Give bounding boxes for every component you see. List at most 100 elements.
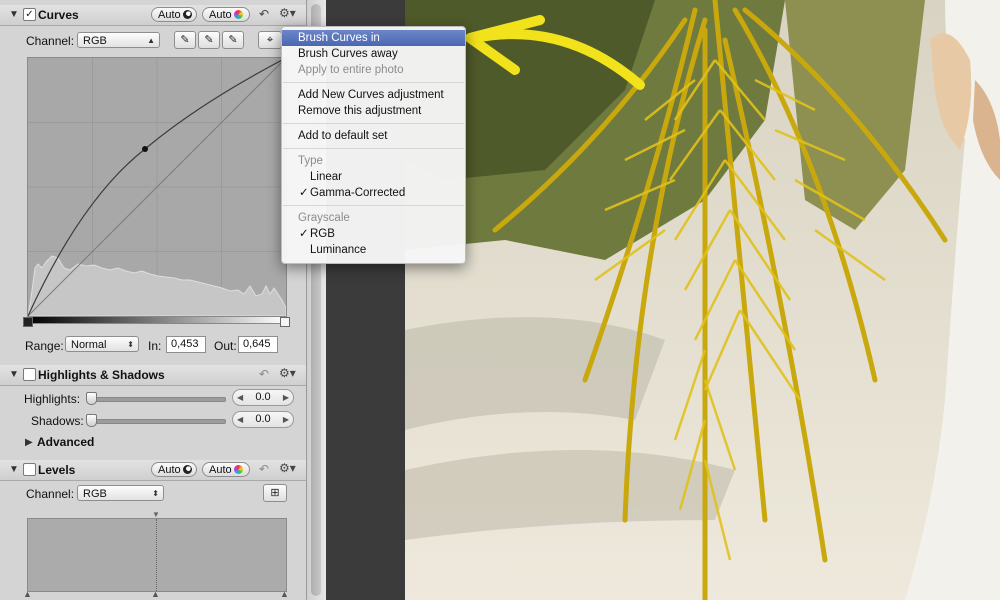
increment-icon[interactable]: ▶: [283, 390, 289, 405]
chevron-updown-icon: ▲: [147, 36, 155, 45]
menu-separator: [283, 205, 464, 206]
menu-item-linear[interactable]: Linear: [282, 169, 465, 185]
out-label: Out:: [214, 339, 237, 353]
increment-icon[interactable]: ▶: [283, 412, 289, 427]
curves-gear-menu: Brush Curves in Brush Curves away Apply …: [281, 26, 466, 264]
chevron-updown-icon: ⬍: [127, 340, 134, 349]
levels-channel-value: RGB: [83, 488, 107, 500]
menu-item-brush-curves-away[interactable]: Brush Curves away: [282, 46, 465, 62]
auto-label: Auto: [158, 464, 181, 476]
photo-viewer[interactable]: [405, 0, 1000, 600]
collapse-triangle-icon[interactable]: ▼: [9, 464, 19, 475]
black-point-eyedropper-button[interactable]: ✎: [174, 31, 196, 49]
levels-icon: ⊞: [270, 487, 280, 499]
in-label: In:: [148, 339, 162, 353]
range-popup[interactable]: Normal ⬍: [65, 336, 139, 352]
auto-color-levels-button[interactable]: Auto: [202, 462, 250, 477]
levels-title: Levels: [38, 463, 76, 477]
gear-icon[interactable]: ⚙▾: [279, 461, 296, 475]
shadows-label: Shadows:: [31, 414, 84, 428]
decrement-icon[interactable]: ◀: [237, 390, 243, 405]
eyedropper-icon: ✎: [204, 34, 214, 46]
crosshair-icon: ⌖: [266, 34, 274, 46]
reset-icon[interactable]: ↶: [259, 462, 269, 476]
add-point-button[interactable]: ⌖: [258, 31, 282, 49]
auto-color-button[interactable]: Auto: [202, 7, 250, 22]
levels-white-handle[interactable]: ▲: [280, 589, 289, 599]
auto-curves-button[interactable]: Auto: [151, 7, 197, 22]
menu-header-type: Type: [298, 155, 323, 167]
luminance-icon: [182, 465, 192, 474]
gamma-corrected-label: Gamma-Corrected: [310, 187, 406, 199]
auto-label: Auto: [209, 464, 232, 476]
checkmark-icon: ✓: [299, 228, 309, 240]
menu-item-add-new-curves[interactable]: Add New Curves adjustment: [282, 87, 465, 103]
reset-icon[interactable]: ↶: [259, 367, 269, 381]
curves-header: ▼ ✓ Curves Auto Auto ↶ ⚙▾: [0, 5, 306, 26]
white-point-handle[interactable]: [280, 317, 290, 327]
decrement-icon[interactable]: ◀: [237, 412, 243, 427]
auto-levels-button[interactable]: Auto: [151, 462, 197, 477]
shadows-slider-knob[interactable]: [86, 414, 97, 427]
curve-control-point: [142, 146, 148, 152]
levels-graph[interactable]: [27, 518, 287, 592]
menu-item-gamma-corrected[interactable]: ✓ Gamma-Corrected: [282, 185, 465, 201]
advanced-label[interactable]: Advanced: [37, 435, 94, 449]
menu-item-apply-to-entire-photo: Apply to entire photo: [298, 64, 404, 76]
highlights-slider-track[interactable]: [88, 397, 226, 402]
highlights-label: Highlights:: [24, 392, 81, 406]
disclosure-triangle-icon[interactable]: ▶: [25, 437, 33, 448]
curves-graph-svg: [27, 57, 287, 317]
out-value-field[interactable]: 0,645: [238, 336, 278, 353]
menu-separator: [283, 123, 464, 124]
levels-enable-checkbox[interactable]: [23, 463, 36, 476]
gray-point-eyedropper-button[interactable]: ✎: [198, 31, 220, 49]
eyedropper-icon: ✎: [180, 34, 190, 46]
gear-icon[interactable]: ⚙▾: [279, 366, 296, 380]
in-value-field[interactable]: 0,453: [166, 336, 206, 353]
menu-item-remove-adjustment[interactable]: Remove this adjustment: [282, 103, 465, 119]
reset-icon[interactable]: ↶: [259, 7, 269, 21]
rgb-label: RGB: [310, 228, 335, 240]
highlights-stepper[interactable]: ◀ 0.0 ▶: [232, 389, 294, 406]
checkmark-icon: ✓: [299, 187, 309, 199]
highlights-slider-knob[interactable]: [86, 392, 97, 405]
menu-item-add-to-default-set[interactable]: Add to default set: [282, 128, 465, 144]
levels-black-handle[interactable]: ▲: [23, 589, 32, 599]
menu-header-grayscale: Grayscale: [298, 212, 350, 224]
white-point-eyedropper-button[interactable]: ✎: [222, 31, 244, 49]
menu-item-rgb[interactable]: ✓ RGB: [282, 226, 465, 242]
range-label: Range:: [25, 339, 64, 353]
auto-label: Auto: [158, 9, 181, 21]
channel-popup[interactable]: RGB ▲: [77, 32, 160, 48]
collapse-triangle-icon[interactable]: ▼: [9, 369, 19, 380]
highlights-shadows-enable-checkbox[interactable]: [23, 368, 36, 381]
auto-label: Auto: [209, 9, 232, 21]
curves-graph[interactable]: [27, 57, 287, 317]
gear-icon[interactable]: ⚙▾: [279, 6, 296, 20]
curves-title: Curves: [38, 8, 79, 22]
shadows-stepper[interactable]: ◀ 0.0 ▶: [232, 411, 294, 428]
highlights-shadows-header: ▼ Highlights & Shadows ↶ ⚙▾: [0, 365, 306, 386]
levels-quarter-tones-button[interactable]: ⊞: [263, 484, 287, 502]
levels-channel-popup[interactable]: RGB ⬍: [77, 485, 164, 501]
levels-channel-label: Channel:: [26, 487, 75, 501]
luminance-icon: [182, 10, 192, 19]
chevron-updown-icon: ⬍: [152, 489, 159, 498]
shadows-value: 0.0: [255, 413, 271, 425]
menu-separator: [283, 82, 464, 83]
levels-gray-handle[interactable]: ▲: [151, 589, 160, 599]
menu-item-luminance[interactable]: Luminance: [282, 242, 465, 258]
menu-separator: [283, 148, 464, 149]
curves-enable-checkbox[interactable]: ✓: [23, 8, 36, 21]
highlights-shadows-title: Highlights & Shadows: [38, 368, 165, 382]
eyedropper-icon: ✎: [228, 34, 238, 46]
shadows-slider-track[interactable]: [88, 419, 226, 424]
collapse-triangle-icon[interactable]: ▼: [9, 9, 19, 20]
levels-header: ▼ Levels Auto Auto ↶ ⚙▾: [0, 460, 306, 481]
highlights-value: 0.0: [255, 391, 271, 403]
black-point-handle[interactable]: [23, 317, 33, 327]
beach-photo: [405, 0, 1000, 600]
range-value: Normal: [71, 339, 107, 351]
menu-item-brush-curves-in[interactable]: Brush Curves in: [282, 30, 465, 46]
